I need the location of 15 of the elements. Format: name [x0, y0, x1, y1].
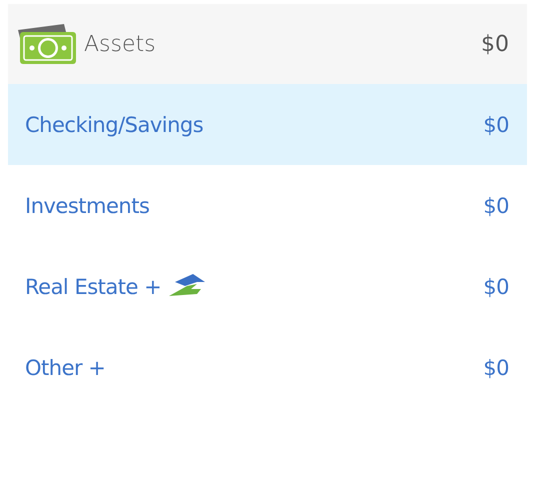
row-label: Real Estate + — [25, 274, 162, 298]
asset-row[interactable]: Investments $0 — [8, 165, 527, 246]
house-logo-icon — [167, 272, 208, 298]
row-label: Investments — [25, 194, 150, 218]
asset-row[interactable]: Other + $0 — [8, 327, 527, 408]
header-total: $0 — [481, 32, 509, 56]
row-amount: $0 — [483, 112, 509, 136]
row-amount: $0 — [483, 194, 509, 218]
asset-row[interactable]: Real Estate + $0 — [8, 246, 527, 327]
row-label: Other + — [25, 356, 106, 380]
row-amount: $0 — [483, 356, 509, 380]
header-title: Assets — [84, 32, 156, 56]
row-label: Checking/Savings — [25, 112, 204, 136]
row-amount: $0 — [483, 274, 509, 298]
asset-row[interactable]: Checking/Savings $0 — [8, 84, 527, 165]
